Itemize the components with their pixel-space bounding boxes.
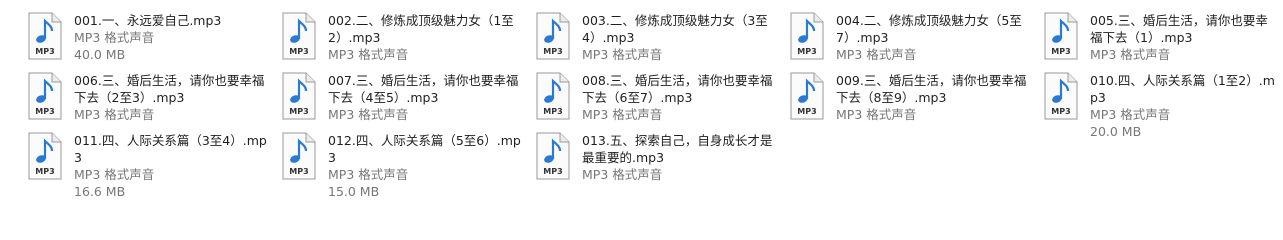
mp3-audio-file-icon: MP3 <box>536 12 570 60</box>
mp3-audio-file-icon: MP3 <box>790 12 824 60</box>
mp3-audio-file-icon: MP3 <box>536 72 570 120</box>
mp3-icon-label: MP3 <box>289 167 308 176</box>
file-item[interactable]: MP3 012.四、人际关系篇（5至6）.mp3 MP3 格式声音 15.0 M… <box>282 132 532 199</box>
file-item[interactable]: MP3 005.三、婚后生活，请你也要幸福下去（1）.mp3 MP3 格式声音 <box>1044 12 1280 70</box>
file-type: MP3 格式声音 <box>836 47 917 62</box>
file-item[interactable]: MP3 010.四、人际关系篇（1至2）.mp3 MP3 格式声音 20.0 M… <box>1044 72 1280 139</box>
mp3-icon-label: MP3 <box>1051 47 1070 56</box>
file-type: MP3 格式声音 <box>328 167 409 182</box>
mp3-icon-label: MP3 <box>35 47 54 56</box>
file-item[interactable]: MP3 009.三、婚后生活，请你也要幸福下去（8至9）.mp3 MP3 格式声… <box>790 72 1040 130</box>
mp3-icon-label: MP3 <box>543 107 562 116</box>
file-type: MP3 格式声音 <box>74 167 155 182</box>
file-name: 001.一、永远爱自己.mp3 <box>74 13 222 28</box>
file-name: 003.二、修炼成顶级魅力女（3至4）.mp3 <box>582 13 768 45</box>
file-type: MP3 格式声音 <box>582 47 663 62</box>
file-size: 20.0 MB <box>1090 124 1142 139</box>
mp3-icon-label: MP3 <box>289 47 308 56</box>
mp3-icon-label: MP3 <box>289 107 308 116</box>
file-size: 16.6 MB <box>74 184 126 199</box>
file-name: 002.二、修炼成顶级魅力女（1至2）.mp3 <box>328 13 514 45</box>
mp3-icon-label: MP3 <box>797 47 816 56</box>
mp3-icon-label: MP3 <box>35 107 54 116</box>
mp3-icon-label: MP3 <box>543 167 562 176</box>
mp3-audio-file-icon: MP3 <box>28 132 62 180</box>
file-type: MP3 格式声音 <box>582 107 663 122</box>
file-size: 40.0 MB <box>74 47 126 62</box>
file-type: MP3 格式声音 <box>74 30 155 45</box>
file-type: MP3 格式声音 <box>836 107 917 122</box>
file-name: 009.三、婚后生活，请你也要幸福下去（8至9）.mp3 <box>836 73 1027 105</box>
file-size: 15.0 MB <box>328 184 380 199</box>
file-item[interactable]: MP3 007.三、婚后生活，请你也要幸福下去（4至5）.mp3 MP3 格式声… <box>282 72 532 130</box>
mp3-audio-file-icon: MP3 <box>28 72 62 120</box>
file-name: 004.二、修炼成顶级魅力女（5至7）.mp3 <box>836 13 1022 45</box>
file-type: MP3 格式声音 <box>582 167 663 182</box>
mp3-audio-file-icon: MP3 <box>790 72 824 120</box>
file-name: 007.三、婚后生活，请你也要幸福下去（4至5）.mp3 <box>328 73 519 105</box>
file-item[interactable]: MP3 003.二、修炼成顶级魅力女（3至4）.mp3 MP3 格式声音 <box>536 12 786 70</box>
file-type: MP3 格式声音 <box>328 107 409 122</box>
file-type: MP3 格式声音 <box>74 107 155 122</box>
file-name: 013.五、探索自己，自身成长才是最重要的.mp3 <box>582 133 773 165</box>
mp3-audio-file-icon: MP3 <box>28 12 62 60</box>
mp3-audio-file-icon: MP3 <box>1044 72 1078 120</box>
mp3-audio-file-icon: MP3 <box>282 12 316 60</box>
mp3-icon-label: MP3 <box>1051 107 1070 116</box>
file-item[interactable]: MP3 004.二、修炼成顶级魅力女（5至7）.mp3 MP3 格式声音 <box>790 12 1040 70</box>
file-grid: MP3 001.一、永远爱自己.mp3 MP3 格式声音 40.0 MB MP3… <box>0 0 1283 200</box>
file-item[interactable]: MP3 001.一、永远爱自己.mp3 MP3 格式声音 40.0 MB <box>28 12 278 70</box>
file-name: 010.四、人际关系篇（1至2）.mp3 <box>1090 73 1275 105</box>
file-name: 005.三、婚后生活，请你也要幸福下去（1）.mp3 <box>1090 13 1268 45</box>
file-type: MP3 格式声音 <box>1090 47 1171 62</box>
file-name: 008.三、婚后生活，请你也要幸福下去（6至7）.mp3 <box>582 73 773 105</box>
file-item[interactable]: MP3 011.四、人际关系篇（3至4）.mp3 MP3 格式声音 16.6 M… <box>28 132 278 199</box>
file-type: MP3 格式声音 <box>1090 107 1171 122</box>
file-name: 006.三、婚后生活，请你也要幸福下去（2至3）.mp3 <box>74 73 265 105</box>
file-item[interactable]: MP3 006.三、婚后生活，请你也要幸福下去（2至3）.mp3 MP3 格式声… <box>28 72 278 130</box>
mp3-audio-file-icon: MP3 <box>282 132 316 180</box>
mp3-icon-label: MP3 <box>543 47 562 56</box>
file-type: MP3 格式声音 <box>328 47 409 62</box>
mp3-audio-file-icon: MP3 <box>1044 12 1078 60</box>
file-name: 012.四、人际关系篇（5至6）.mp3 <box>328 133 521 165</box>
mp3-audio-file-icon: MP3 <box>536 132 570 180</box>
file-item[interactable]: MP3 013.五、探索自己，自身成长才是最重要的.mp3 MP3 格式声音 <box>536 132 786 190</box>
file-item[interactable]: MP3 008.三、婚后生活，请你也要幸福下去（6至7）.mp3 MP3 格式声… <box>536 72 786 130</box>
file-name: 011.四、人际关系篇（3至4）.mp3 <box>74 133 267 165</box>
file-item[interactable]: MP3 002.二、修炼成顶级魅力女（1至2）.mp3 MP3 格式声音 <box>282 12 532 70</box>
mp3-icon-label: MP3 <box>797 107 816 116</box>
mp3-audio-file-icon: MP3 <box>282 72 316 120</box>
mp3-icon-label: MP3 <box>35 167 54 176</box>
